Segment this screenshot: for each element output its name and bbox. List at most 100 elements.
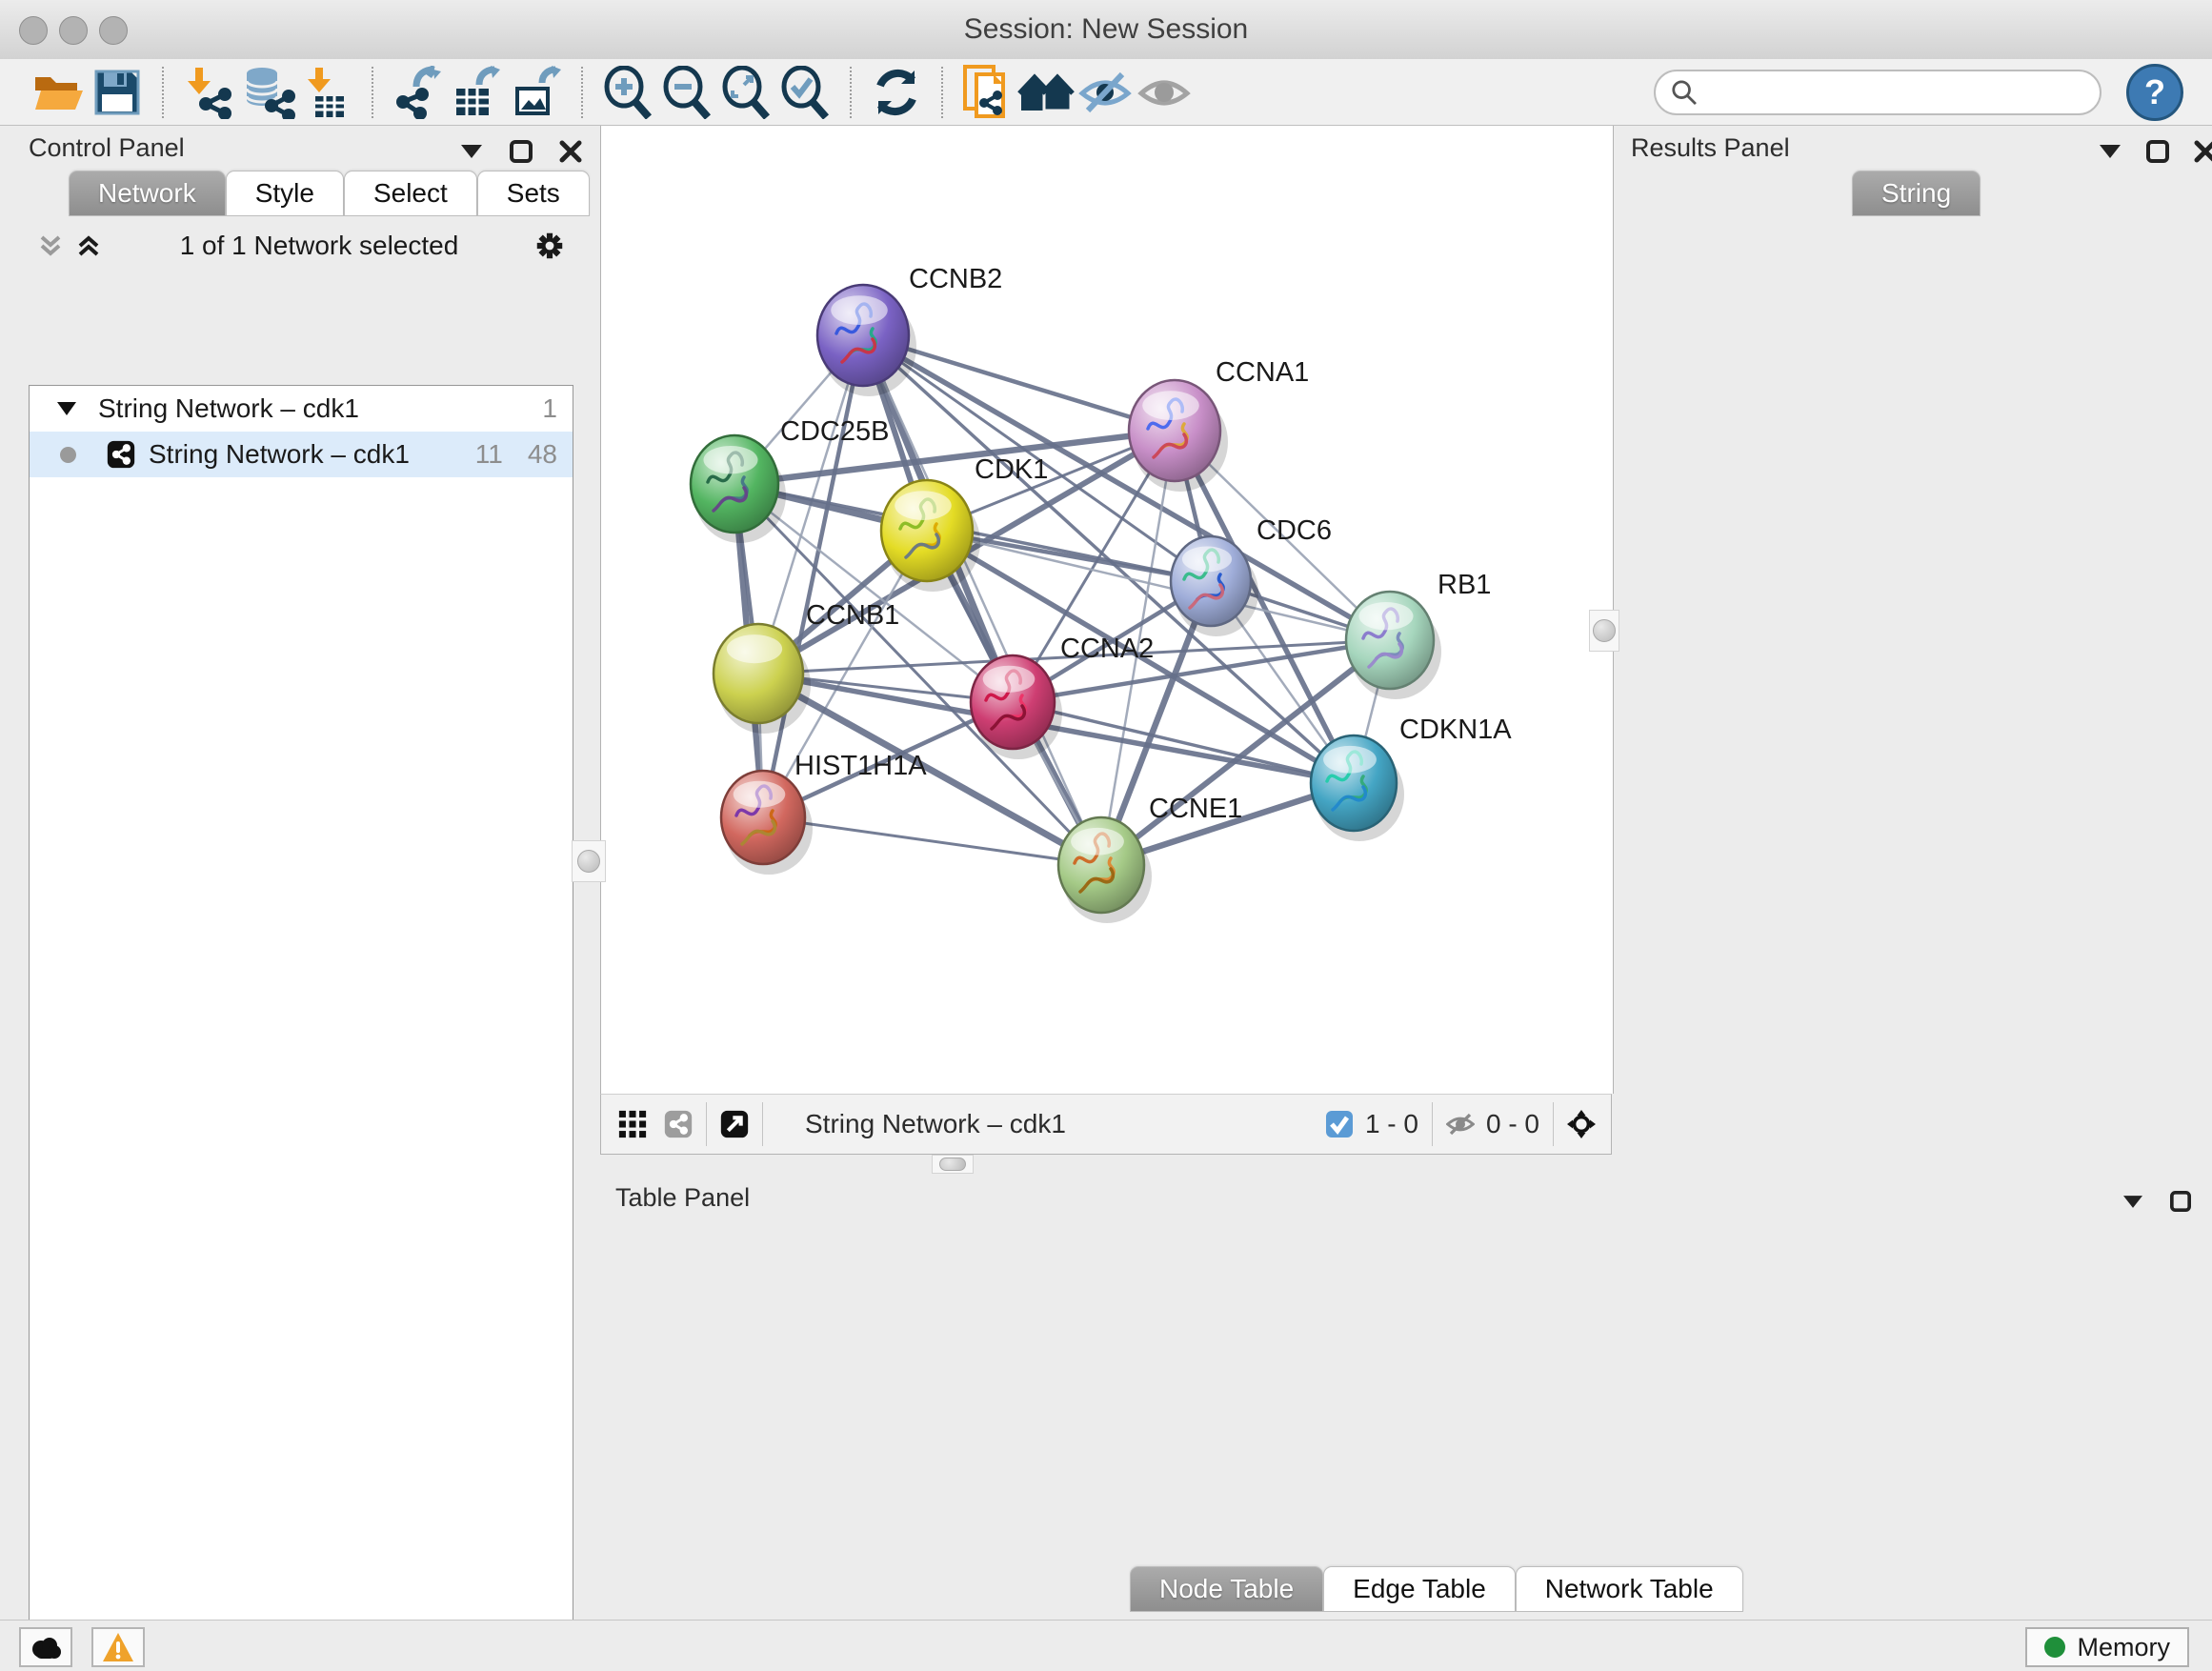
- cloud-icon: [29, 1634, 63, 1661]
- export-network-button[interactable]: [389, 64, 448, 121]
- export-table-button[interactable]: [448, 64, 507, 121]
- network-from-selection-icon: [961, 63, 1015, 122]
- network-graph[interactable]: CCNB2CCNA1CDC25BCDK1CDC6RB1CCNB1CCNA2CDK…: [601, 126, 1613, 1094]
- tab-string-results[interactable]: String: [1852, 171, 1981, 216]
- collection-expander-icon[interactable]: [52, 394, 81, 423]
- node-label-CDK1: CDK1: [975, 454, 1048, 485]
- collection-count: 1: [542, 393, 557, 424]
- float-panel-icon[interactable]: [2119, 1187, 2147, 1216]
- close-panel-icon[interactable]: [2191, 137, 2212, 166]
- node-label-CCNB1: CCNB1: [806, 600, 899, 631]
- node-label-CCNA2: CCNA2: [1060, 634, 1154, 664]
- memory-status-dot: [2044, 1637, 2065, 1658]
- node-label-CDKN1A: CDKN1A: [1399, 715, 1512, 745]
- show-all-networks-button[interactable]: [1017, 64, 1076, 121]
- float-panel-icon[interactable]: [2096, 137, 2124, 166]
- show-hidden-button[interactable]: [1136, 64, 1195, 121]
- birds-eye-view-icon[interactable]: [618, 1110, 647, 1138]
- tab-network[interactable]: Network: [69, 171, 226, 216]
- warnings-button[interactable]: [91, 1627, 145, 1667]
- memory-label: Memory: [2077, 1633, 2170, 1662]
- edge-CCNA2-CDKN1A[interactable]: [1013, 702, 1354, 783]
- netbar-separator: [1432, 1102, 1433, 1146]
- edge-HIST1H1A-CCNE1[interactable]: [763, 817, 1101, 865]
- node-CCNE1[interactable]: CCNE1: [1058, 794, 1242, 923]
- hidden-eye-icon[interactable]: [1446, 1110, 1475, 1138]
- zoom-selected-button[interactable]: [775, 64, 835, 121]
- string-network-badge-icon: [664, 1110, 693, 1138]
- node-RB1[interactable]: RB1: [1346, 570, 1491, 699]
- tab-edge-table[interactable]: Edge Table: [1323, 1566, 1516, 1612]
- tab-style[interactable]: Style: [226, 171, 344, 216]
- apply-layout-button[interactable]: [867, 64, 926, 121]
- help-button[interactable]: ?: [2126, 64, 2183, 121]
- vertical-splitter-left[interactable]: [572, 840, 606, 882]
- vertical-splitter-right[interactable]: [1589, 610, 1619, 652]
- down-arrow-icon: [308, 68, 331, 92]
- network-edge-count: 48: [528, 439, 557, 470]
- maximize-panel-icon[interactable]: [2166, 1187, 2195, 1216]
- fit-selection-crosshair-icon[interactable]: [1567, 1110, 1596, 1138]
- collapse-all-networks-icon[interactable]: [36, 232, 65, 260]
- node-CDC6[interactable]: CDC6: [1171, 515, 1332, 636]
- node-label-RB1: RB1: [1438, 570, 1491, 600]
- import-table-from-file-button[interactable]: [297, 64, 356, 121]
- cloud-status-button[interactable]: [19, 1627, 72, 1667]
- network-share-icon: [396, 88, 429, 119]
- edge-CDK1-RB1[interactable]: [927, 531, 1390, 640]
- expand-all-networks-icon[interactable]: [74, 232, 103, 260]
- control-panel-tabs: Network Style Select Sets: [69, 171, 590, 216]
- tab-node-table[interactable]: Node Table: [1130, 1566, 1323, 1612]
- open-session-button[interactable]: [29, 64, 88, 121]
- node-label-CCNE1: CCNE1: [1149, 794, 1242, 824]
- save-session-button[interactable]: [88, 64, 147, 121]
- zoom-out-button[interactable]: [657, 64, 716, 121]
- new-network-from-selection-button[interactable]: [958, 64, 1017, 121]
- memory-button[interactable]: Memory: [2025, 1627, 2189, 1667]
- network-options-gear-icon[interactable]: [535, 232, 564, 260]
- network-view-title: String Network – cdk1: [805, 1109, 1066, 1139]
- network-status-dot: [60, 447, 76, 463]
- import-network-from-file-button[interactable]: [179, 64, 238, 121]
- node-label-CDC25B: CDC25B: [780, 416, 889, 447]
- tab-sets[interactable]: Sets: [477, 171, 590, 216]
- app-window: Session: New Session: [0, 0, 2212, 1671]
- global-search: [1654, 70, 2101, 115]
- zoom-selected-icon: [778, 66, 832, 119]
- node-label-CCNA1: CCNA1: [1216, 357, 1309, 388]
- float-panel-icon[interactable]: [457, 137, 486, 166]
- network-name: String Network – cdk1: [149, 439, 410, 470]
- zoom-in-button[interactable]: [598, 64, 657, 121]
- network-selection-status: 1 of 1 Network selected: [103, 231, 535, 261]
- window-title: Session: New Session: [0, 13, 2212, 46]
- node-HIST1H1A[interactable]: HIST1H1A: [721, 751, 927, 875]
- maximize-panel-icon[interactable]: [507, 137, 535, 166]
- table-icon: [456, 89, 489, 115]
- zoom-out-icon: [660, 66, 714, 119]
- maximize-panel-icon[interactable]: [2143, 137, 2172, 166]
- houses-icon: [1017, 69, 1076, 116]
- netbar-separator: [1553, 1102, 1554, 1146]
- network-canvas[interactable]: CCNB2CCNA1CDC25BCDK1CDC6RB1CCNB1CCNA2CDK…: [600, 126, 1614, 1094]
- hide-selected-button[interactable]: [1076, 64, 1136, 121]
- horizontal-splitter[interactable]: [932, 1155, 974, 1174]
- network-collection-row[interactable]: String Network – cdk1 1: [30, 386, 573, 432]
- node-CCNA1[interactable]: CCNA1: [1129, 357, 1309, 492]
- zoom-fit-button[interactable]: [716, 64, 775, 121]
- netbar-separator: [706, 1102, 707, 1146]
- edge-CCNB2-HIST1H1A[interactable]: [763, 335, 863, 817]
- control-panel-title: Control Panel: [29, 133, 185, 163]
- network-row[interactable]: String Network – cdk1 11 48: [30, 432, 573, 477]
- status-bar: Memory: [0, 1620, 2212, 1671]
- tab-network-table[interactable]: Network Table: [1516, 1566, 1743, 1612]
- close-panel-icon[interactable]: [556, 137, 585, 166]
- search-input[interactable]: [1698, 76, 2084, 108]
- eye-slash-icon: [1078, 69, 1134, 116]
- import-network-from-database-button[interactable]: [238, 64, 297, 121]
- open-in-window-icon[interactable]: [720, 1110, 749, 1138]
- selected-checkbox-icon[interactable]: [1325, 1110, 1354, 1138]
- export-image-button[interactable]: [507, 64, 566, 121]
- node-CDKN1A[interactable]: CDKN1A: [1311, 715, 1512, 841]
- tab-select[interactable]: Select: [344, 171, 477, 216]
- network-share-icon: [199, 88, 231, 119]
